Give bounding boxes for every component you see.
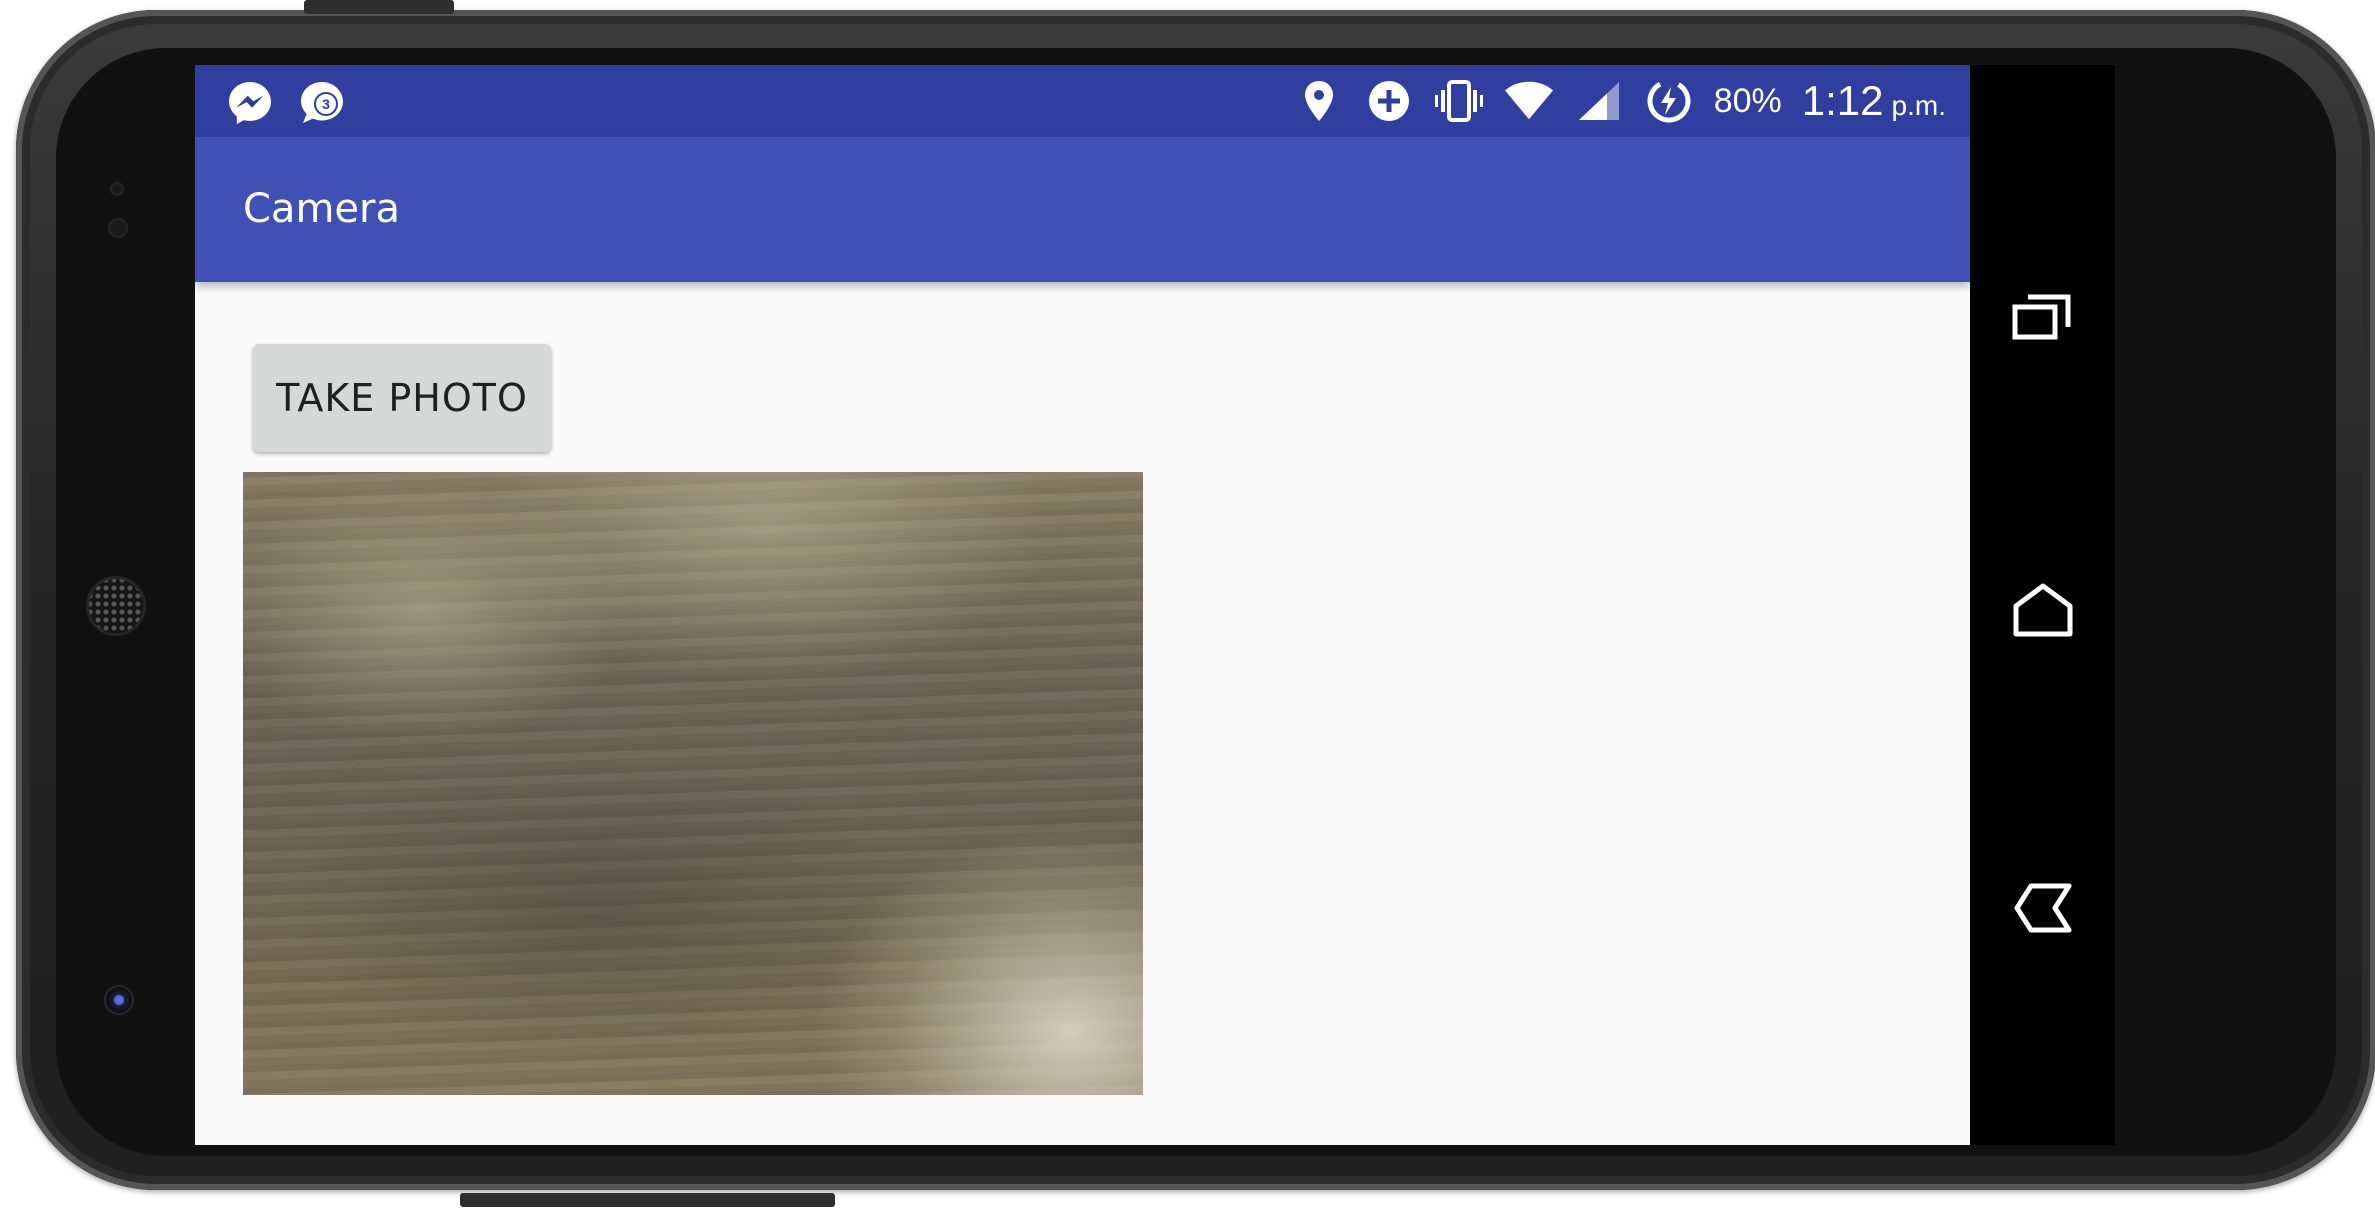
app-title: Camera bbox=[243, 186, 400, 232]
vibrate-icon bbox=[1434, 76, 1484, 126]
power-button bbox=[304, 0, 454, 14]
speaker-grille bbox=[86, 576, 146, 636]
take-photo-button[interactable]: TAKE PHOTO bbox=[253, 344, 551, 452]
clock: 1:12 p.m. bbox=[1802, 77, 1946, 125]
photo-preview bbox=[243, 472, 1143, 1095]
clock-time: 1:12 bbox=[1801, 77, 1884, 124]
volume-button bbox=[460, 1193, 835, 1207]
back-button[interactable] bbox=[2008, 873, 2078, 943]
back-icon bbox=[2014, 883, 2072, 933]
cell-signal-icon bbox=[1574, 76, 1624, 126]
chat-badge-icon: 3 bbox=[297, 77, 347, 127]
recents-button[interactable] bbox=[2008, 280, 2078, 350]
navigation-bar bbox=[1970, 65, 2115, 1145]
messenger-icon bbox=[225, 77, 275, 127]
wifi-icon bbox=[1504, 76, 1554, 126]
recents-icon bbox=[2012, 294, 2071, 340]
app-bar: Camera bbox=[195, 137, 1970, 282]
system-status-icons: 80% 1:12 p.m. bbox=[1294, 65, 1946, 137]
battery-percent: 80% bbox=[1713, 81, 1782, 120]
clock-ampm: p.m. bbox=[1891, 90, 1946, 121]
home-button[interactable] bbox=[2008, 575, 2078, 645]
proximity-sensor bbox=[110, 182, 124, 196]
main-content: TAKE PHOTO bbox=[195, 282, 1970, 1145]
status-bar: 3 80% 1:12 p.m. bbox=[195, 65, 1970, 137]
notification-icons: 3 bbox=[225, 77, 347, 127]
home-icon bbox=[2013, 583, 2073, 637]
chat-badge-count: 3 bbox=[322, 96, 330, 112]
device-screen: 3 80% 1:12 p.m. Camera TAKE PHOTO bbox=[195, 65, 2115, 1145]
battery-saver-icon bbox=[1644, 76, 1694, 126]
data-saver-icon bbox=[1364, 76, 1414, 126]
light-sensor bbox=[108, 218, 128, 238]
location-icon bbox=[1294, 76, 1344, 126]
front-camera bbox=[104, 985, 134, 1015]
